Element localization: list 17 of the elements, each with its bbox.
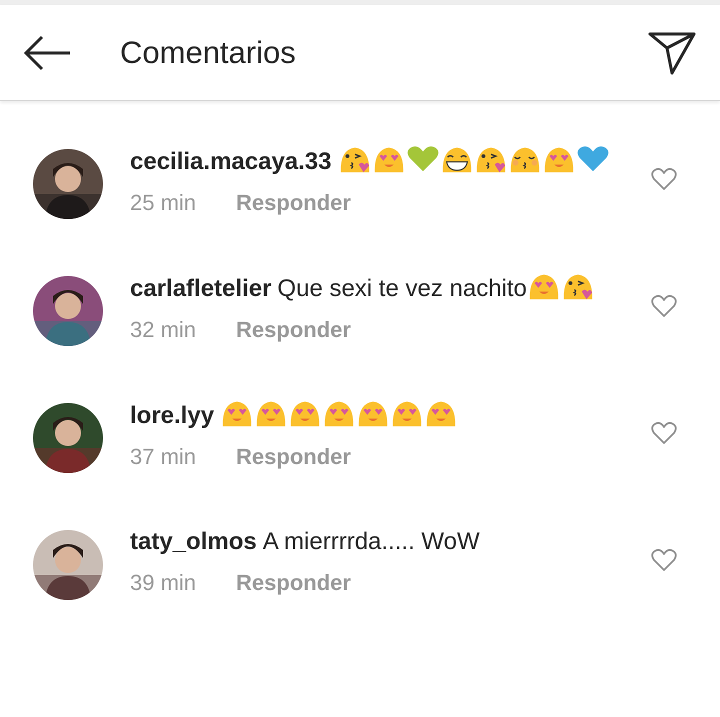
comment-time: 39 min (130, 570, 196, 596)
comment-time: 37 min (130, 444, 196, 470)
comment-text: A mierrrrda..... WoW (262, 528, 480, 555)
screen-title: Comentarios (120, 34, 297, 70)
back-button[interactable] (22, 34, 72, 70)
comment-text: Que sexi te vez nachito (277, 275, 527, 302)
comment-time: 32 min (130, 317, 196, 343)
comment-time: 25 min (130, 190, 196, 216)
like-button[interactable] (651, 294, 677, 318)
send-button[interactable] (648, 30, 696, 74)
username[interactable]: lore.lyy (130, 402, 214, 429)
like-button[interactable] (651, 421, 677, 445)
username[interactable]: carlafletelier (130, 275, 272, 302)
like-button[interactable] (651, 548, 677, 572)
username[interactable]: taty_olmos (130, 528, 257, 555)
like-button[interactable] (651, 167, 677, 191)
username[interactable]: cecilia.macaya.33 (130, 148, 332, 175)
